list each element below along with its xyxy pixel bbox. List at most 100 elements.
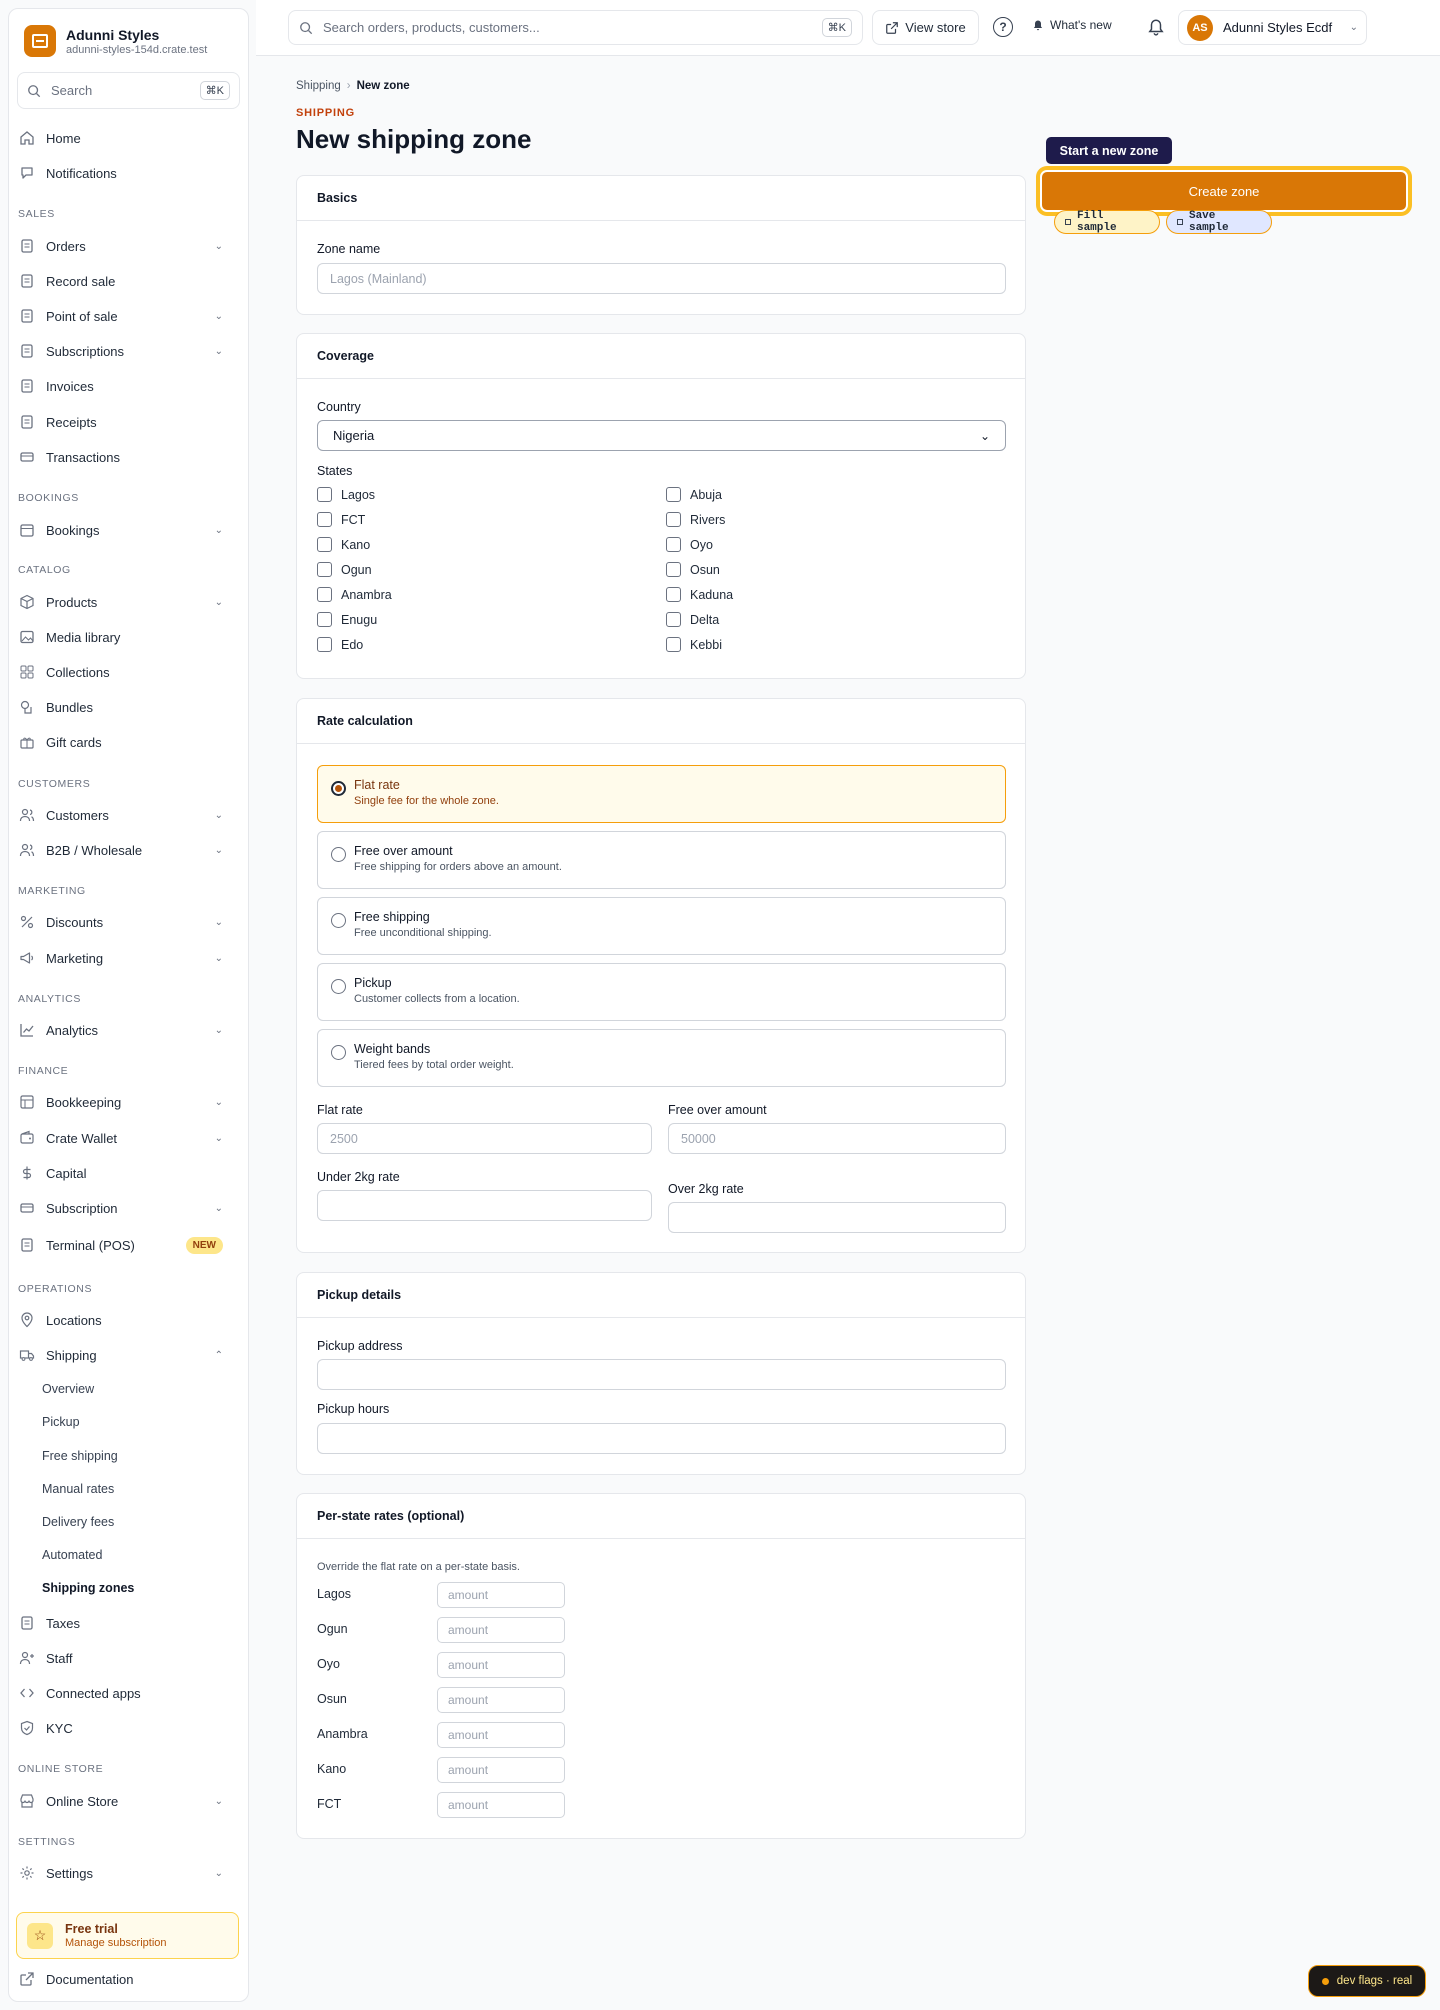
checkbox[interactable] <box>666 562 681 577</box>
sidebar-item-taxes[interactable]: Taxes <box>18 1609 231 1637</box>
state-checkbox-abuja[interactable]: Abuja <box>666 487 722 502</box>
view-store-button[interactable]: View store <box>872 10 979 45</box>
breadcrumb-shipping[interactable]: Shipping <box>296 80 341 92</box>
sidebar-item-subscription[interactable]: Subscription ⌄ <box>18 1194 231 1222</box>
radio-button[interactable] <box>331 781 346 796</box>
state-checkbox-kano[interactable]: Kano <box>317 537 370 552</box>
dev-flags-pill[interactable]: dev flags · real <box>1308 1965 1426 1997</box>
sidebar-item-bookings[interactable]: Bookings ⌄ <box>18 516 231 544</box>
sidebar-item-capital[interactable]: Capital <box>18 1159 231 1187</box>
sidebar-item-terminal[interactable]: Terminal (POS) NEW <box>18 1231 231 1259</box>
sidebar-item-settings[interactable]: Settings ⌄ <box>18 1859 231 1887</box>
sidebar-item-shipping[interactable]: Shipping ⌃ <box>18 1341 231 1369</box>
pickup-address-input[interactable] <box>317 1359 1006 1390</box>
rate-option-free-over-amount[interactable]: Free over amount Free shipping for orders… <box>317 831 1006 889</box>
checkbox[interactable] <box>666 512 681 527</box>
sidebar-item-transactions[interactable]: Transactions <box>18 443 231 471</box>
shipping-subitem-pickup[interactable]: Pickup <box>42 1415 80 1429</box>
per-state-amount-kano[interactable] <box>437 1757 565 1783</box>
checkbox[interactable] <box>666 587 681 602</box>
state-checkbox-fct[interactable]: FCT <box>317 512 365 527</box>
per-state-amount-lagos[interactable] <box>437 1582 565 1608</box>
save-sample-button[interactable]: Save sample <box>1166 210 1272 234</box>
state-checkbox-lagos[interactable]: Lagos <box>317 487 375 502</box>
sidebar-item-subscriptions[interactable]: Subscriptions ⌄ <box>18 337 231 365</box>
sidebar-item-gift-cards[interactable]: Gift cards <box>18 728 231 756</box>
shipping-subitem-shipping-zones[interactable]: Shipping zones <box>42 1581 134 1595</box>
rate-option-weight-bands[interactable]: Weight bands Tiered fees by total order w… <box>317 1029 1006 1087</box>
state-checkbox-anambra[interactable]: Anambra <box>317 587 392 602</box>
help-icon[interactable]: ? <box>993 17 1013 37</box>
per-state-amount-anambra[interactable] <box>437 1722 565 1748</box>
per-state-amount-ogun[interactable] <box>437 1617 565 1643</box>
bell-icon[interactable] <box>1145 16 1167 38</box>
per-state-amount-oyo[interactable] <box>437 1652 565 1678</box>
checkbox[interactable] <box>666 487 681 502</box>
state-checkbox-kaduna[interactable]: Kaduna <box>666 587 733 602</box>
radio-button[interactable] <box>331 847 346 862</box>
shipping-subitem-manual-rates[interactable]: Manual rates <box>42 1482 114 1496</box>
state-checkbox-oyo[interactable]: Oyo <box>666 537 713 552</box>
per-state-amount-osun[interactable] <box>437 1687 565 1713</box>
checkbox[interactable] <box>317 587 332 602</box>
sidebar-item-receipts[interactable]: Receipts <box>18 408 231 436</box>
free-over-amount-input[interactable] <box>668 1123 1006 1154</box>
sidebar-item-marketing[interactable]: Marketing ⌄ <box>18 944 231 972</box>
sidebar-item-bundles[interactable]: Bundles <box>18 693 231 721</box>
sidebar-item-b2b[interactable]: B2B / Wholesale ⌄ <box>18 836 231 864</box>
sidebar-item-discounts[interactable]: Discounts ⌄ <box>18 908 231 936</box>
sidebar-item-notifications[interactable]: Notifications <box>18 159 231 187</box>
global-search[interactable]: Search orders, products, customers... ⌘K <box>288 10 863 45</box>
checkbox[interactable] <box>317 562 332 577</box>
checkbox[interactable] <box>317 512 332 527</box>
rate-option-free-shipping[interactable]: Free shipping Free unconditional shipping… <box>317 897 1006 955</box>
sidebar-item-kyc[interactable]: KYC <box>18 1714 231 1742</box>
pickup-hours-input[interactable] <box>317 1423 1006 1454</box>
shipping-subitem-delivery-fees[interactable]: Delivery fees <box>42 1515 114 1529</box>
brand[interactable]: Adunni Styles adunni-styles-154d.crate.t… <box>24 25 207 57</box>
state-checkbox-delta[interactable]: Delta <box>666 612 719 627</box>
shipping-subitem-automated[interactable]: Automated <box>42 1548 102 1562</box>
checkbox[interactable] <box>317 537 332 552</box>
rate-option-flat-rate[interactable]: Flat rate Single fee for the whole zone. <box>317 765 1006 823</box>
rate-option-pickup[interactable]: Pickup Customer collects from a location. <box>317 963 1006 1021</box>
radio-button[interactable] <box>331 1045 346 1060</box>
sidebar-search[interactable]: Search ⌘K <box>17 72 240 109</box>
fill-sample-button[interactable]: Fill sample <box>1054 210 1160 234</box>
sidebar-item-orders[interactable]: Orders ⌄ <box>18 232 231 260</box>
whats-new-button[interactable]: What's new <box>1032 18 1112 32</box>
sidebar-item-pos[interactable]: Point of sale ⌄ <box>18 302 231 330</box>
state-checkbox-osun[interactable]: Osun <box>666 562 720 577</box>
zone-name-input[interactable] <box>317 263 1006 294</box>
sidebar-item-analytics[interactable]: Analytics ⌄ <box>18 1016 231 1044</box>
checkbox[interactable] <box>317 487 332 502</box>
account-menu[interactable]: AS Adunni Styles Ecdf ⌄ <box>1178 10 1367 45</box>
shipping-subitem-overview[interactable]: Overview <box>42 1382 94 1396</box>
country-select[interactable]: Nigeria ⌄ <box>317 420 1006 451</box>
checkbox[interactable] <box>317 612 332 627</box>
sidebar-item-online-store[interactable]: Online Store ⌄ <box>18 1787 231 1815</box>
checkbox[interactable] <box>317 637 332 652</box>
sidebar-item-documentation[interactable]: Documentation <box>18 1965 231 1993</box>
sidebar-item-staff[interactable]: Staff <box>18 1644 231 1672</box>
sidebar-item-collections[interactable]: Collections <box>18 658 231 686</box>
flat-rate-input[interactable] <box>317 1123 652 1154</box>
checkbox[interactable] <box>666 637 681 652</box>
sidebar-item-media[interactable]: Media library <box>18 623 231 651</box>
create-zone-button[interactable]: Create zone <box>1040 170 1408 212</box>
sidebar-item-customers[interactable]: Customers ⌄ <box>18 801 231 829</box>
sidebar-item-invoices[interactable]: Invoices <box>18 372 231 400</box>
under-2kg-input[interactable] <box>317 1190 652 1221</box>
sidebar-item-record-sale[interactable]: Record sale <box>18 267 231 295</box>
sidebar-item-connected-apps[interactable]: Connected apps <box>18 1679 231 1707</box>
state-checkbox-ogun[interactable]: Ogun <box>317 562 372 577</box>
per-state-amount-fct[interactable] <box>437 1792 565 1818</box>
sidebar-item-wallet[interactable]: Crate Wallet ⌄ <box>18 1124 231 1152</box>
state-checkbox-edo[interactable]: Edo <box>317 637 363 652</box>
sidebar-item-home[interactable]: Home <box>18 124 231 152</box>
checkbox[interactable] <box>666 612 681 627</box>
radio-button[interactable] <box>331 979 346 994</box>
manage-subscription-link[interactable]: Manage subscription <box>65 1937 167 1949</box>
sidebar-item-bookkeeping[interactable]: Bookkeeping ⌄ <box>18 1088 231 1116</box>
checkbox[interactable] <box>666 537 681 552</box>
